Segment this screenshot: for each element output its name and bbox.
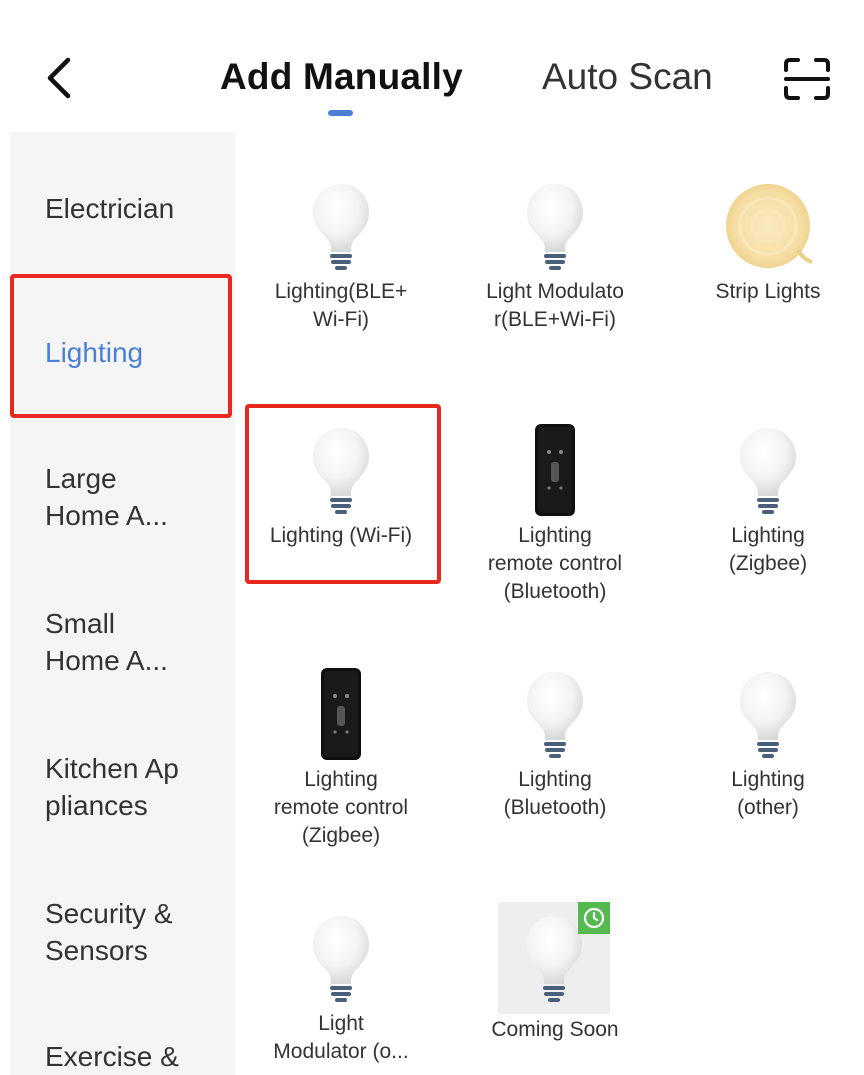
coming-soon-tile[interactable] — [498, 902, 610, 1014]
sidebar-item-electrician[interactable]: Electrician — [45, 190, 174, 227]
coming-soon-label-wrap: Coming Soon — [455, 1016, 655, 1044]
bulb-icon — [527, 184, 583, 270]
device-light-modulator-other[interactable]: Light Modulator (o... — [241, 912, 441, 1066]
tab-active-indicator — [328, 110, 353, 116]
device-lighting-remote-bluetooth[interactable]: Lighting remote control (Bluetooth) — [455, 424, 655, 606]
sidebar-item-exercise[interactable]: Exercise & — [45, 1038, 179, 1075]
bulb-icon — [740, 428, 796, 514]
back-arrow-icon[interactable] — [38, 52, 82, 104]
device-strip-lights[interactable]: Strip Lights — [668, 180, 864, 306]
device-label: Lighting (Zigbee) — [728, 524, 808, 575]
device-lighting-ble-wifi[interactable]: Lighting(BLE+ Wi-Fi) — [241, 180, 441, 334]
device-lighting-bluetooth[interactable]: Lighting (Bluetooth) — [455, 668, 655, 822]
device-label: Lighting (other) — [731, 768, 805, 819]
device-label: Strip Lights — [715, 280, 821, 303]
device-lighting-zigbee[interactable]: Lighting (Zigbee) — [668, 424, 864, 578]
device-lighting-other[interactable]: Lighting (other) — [668, 668, 864, 822]
remote-icon — [321, 668, 361, 760]
device-label: Light Modulator (o... — [273, 1012, 409, 1063]
tab-auto-scan[interactable]: Auto Scan — [542, 56, 713, 98]
device-label: Coming Soon — [491, 1018, 619, 1041]
device-label: Lighting(BLE+ Wi-Fi) — [274, 280, 408, 331]
device-label: Lighting remote control (Bluetooth) — [487, 524, 623, 603]
highlight-lighting-category — [10, 274, 232, 418]
device-light-modulator-ble-wifi[interactable]: Light Modulato r(BLE+Wi-Fi) — [455, 180, 655, 334]
bulb-icon — [313, 916, 369, 1002]
highlight-lighting-wifi — [245, 404, 441, 584]
header-bar: Add Manually Auto Scan — [0, 0, 864, 132]
bulb-icon — [527, 672, 583, 758]
remote-icon — [535, 424, 575, 516]
clock-badge-icon — [578, 902, 610, 934]
sidebar-item-large-home-appliances[interactable]: Large Home A... — [45, 460, 168, 534]
device-lighting-remote-zigbee[interactable]: Lighting remote control (Zigbee) — [241, 668, 441, 850]
tab-add-manually[interactable]: Add Manually — [220, 56, 463, 98]
device-label: Light Modulato r(BLE+Wi-Fi) — [486, 280, 624, 331]
sidebar-item-small-home-appliances[interactable]: Small Home A... — [45, 605, 168, 679]
sidebar-item-kitchen-appliances[interactable]: Kitchen Ap pliances — [45, 750, 179, 824]
sidebar-item-security-sensors[interactable]: Security & Sensors — [45, 895, 173, 969]
strip-light-icon — [726, 184, 813, 268]
device-label: Lighting (Bluetooth) — [503, 768, 607, 819]
device-label: Lighting remote control (Zigbee) — [273, 768, 409, 847]
scan-icon[interactable] — [782, 56, 832, 102]
bulb-icon — [313, 184, 369, 270]
bulb-icon — [740, 672, 796, 758]
bulb-icon — [526, 916, 582, 1002]
